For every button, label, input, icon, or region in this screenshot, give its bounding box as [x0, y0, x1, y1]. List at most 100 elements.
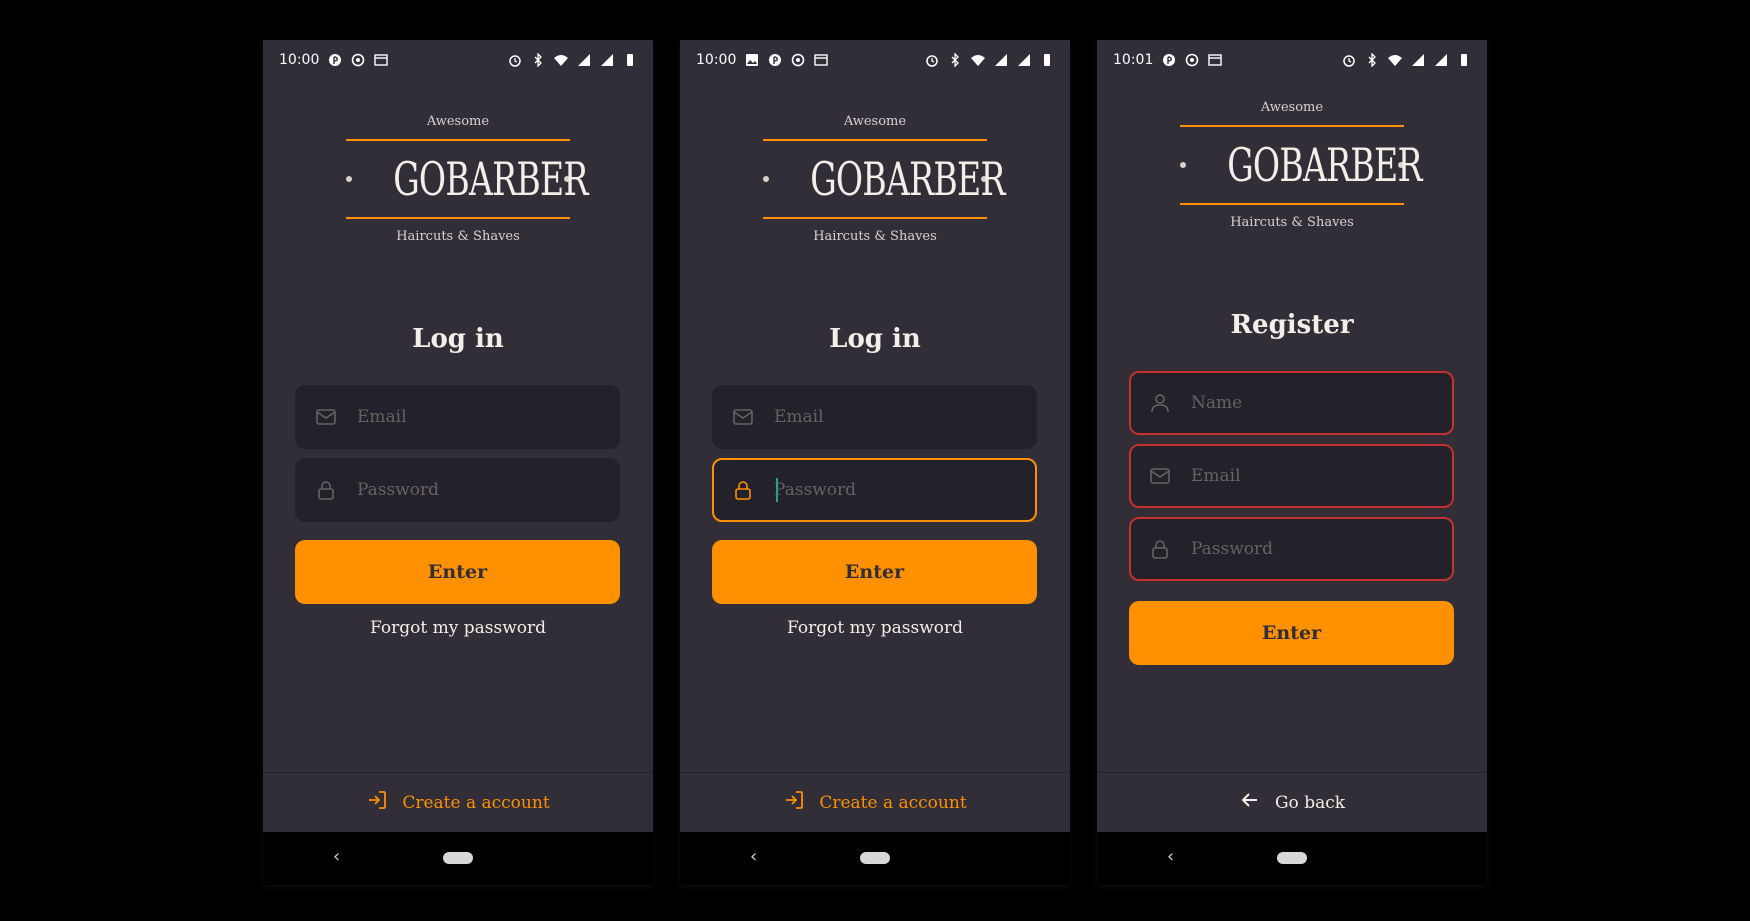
log-in-icon [783, 789, 805, 816]
nav-home-button[interactable] [860, 852, 890, 864]
password-field-focused[interactable] [712, 458, 1037, 522]
user-icon [1149, 392, 1171, 414]
email-field[interactable] [712, 385, 1037, 449]
logo-tagline-top: Awesome [843, 114, 907, 129]
image-icon [745, 53, 759, 67]
enter-button[interactable]: Enter [1129, 601, 1454, 665]
nav-back-icon[interactable]: ‹ [1167, 846, 1174, 867]
nav-home-button[interactable] [1277, 852, 1307, 864]
email-input[interactable] [772, 406, 1035, 428]
create-account-link[interactable]: Create a account [680, 772, 1070, 832]
pinterest-icon [1162, 53, 1176, 67]
logo-tagline-top: Awesome [426, 114, 490, 129]
name-input[interactable] [1189, 392, 1452, 414]
password-input[interactable] [1189, 538, 1452, 560]
mail-icon [1149, 465, 1171, 487]
text-caret [776, 478, 778, 502]
enter-button[interactable]: Enter [295, 540, 620, 604]
lock-icon [1149, 538, 1171, 560]
logo-rule [346, 217, 570, 219]
password-field[interactable] [295, 458, 620, 522]
status-bar: 10:01 [1097, 40, 1487, 80]
logo-tagline-bottom: Haircuts & Shaves [396, 229, 520, 244]
logo-rule [1180, 203, 1404, 205]
logo-tagline-bottom: Haircuts & Shaves [1230, 215, 1354, 230]
battery-icon [1457, 53, 1471, 67]
battery-icon [623, 53, 637, 67]
name-field[interactable] [1129, 371, 1454, 435]
logo-dot [346, 176, 352, 182]
page-title: Log in [412, 324, 504, 354]
status-time: 10:00 [279, 52, 320, 68]
status-time: 10:00 [696, 52, 737, 68]
alarm-icon [1342, 53, 1356, 67]
email-input[interactable] [1189, 465, 1452, 487]
logo-brand: GOBARBER [393, 152, 588, 206]
status-bar: 10:00 [680, 40, 1070, 80]
mail-icon [315, 406, 337, 428]
lock-icon [732, 479, 754, 501]
battery-icon [1040, 53, 1054, 67]
android-nav-bar: ‹ [680, 832, 1070, 885]
password-input[interactable] [772, 479, 1035, 501]
phone-login-focused: 10:00 Awesome GOBARBER Haircuts & Shaves… [680, 40, 1070, 885]
logo-rule [763, 217, 987, 219]
gobarber-logo: Awesome GOBARBER Haircuts & Shaves [263, 114, 653, 244]
password-input[interactable] [355, 479, 618, 501]
pinterest-icon [328, 53, 342, 67]
go-back-label: Go back [1274, 792, 1346, 813]
phone-login: 10:00 Awesome GOBARBER Haircuts & Shaves… [263, 40, 653, 885]
android-nav-bar: ‹ [263, 832, 653, 885]
sync-icon [1185, 53, 1199, 67]
logo-brand: GOBARBER [810, 152, 1005, 206]
signal-icon [600, 53, 614, 67]
android-nav-bar: ‹ [1097, 832, 1487, 885]
create-account-label: Create a account [819, 792, 967, 813]
create-account-link[interactable]: Create a account [263, 772, 653, 832]
password-field[interactable] [1129, 517, 1454, 581]
nav-back-icon[interactable]: ‹ [750, 846, 757, 867]
gobarber-logo: Awesome GOBARBER Haircuts & Shaves [1097, 100, 1487, 230]
signal-icon [1411, 53, 1425, 67]
status-bar: 10:00 [263, 40, 653, 80]
go-back-link[interactable]: Go back [1097, 772, 1487, 832]
forgot-password-link[interactable]: Forgot my password [263, 618, 653, 638]
nav-back-icon[interactable]: ‹ [333, 846, 340, 867]
logo-tagline-bottom: Haircuts & Shaves [813, 229, 937, 244]
logo-tagline-top: Awesome [1260, 100, 1324, 115]
bluetooth-icon [531, 53, 545, 67]
forgot-password-link[interactable]: Forgot my password [680, 618, 1070, 638]
pinterest-icon [768, 53, 782, 67]
bluetooth-icon [948, 53, 962, 67]
email-field[interactable] [295, 385, 620, 449]
app-icon [374, 53, 389, 67]
email-field[interactable] [1129, 444, 1454, 508]
nav-home-button[interactable] [443, 852, 473, 864]
email-input[interactable] [355, 406, 618, 428]
page-title: Log in [829, 324, 921, 354]
signal-icon [1434, 53, 1448, 67]
signal-icon [994, 53, 1008, 67]
lock-icon [315, 479, 337, 501]
logo-brand: GOBARBER [1227, 138, 1422, 192]
signal-icon [1017, 53, 1031, 67]
app-icon [1208, 53, 1223, 67]
arrow-left-icon [1239, 789, 1261, 816]
create-account-label: Create a account [402, 792, 550, 813]
logo-dot [763, 176, 769, 182]
gobarber-logo: Awesome GOBARBER Haircuts & Shaves [680, 114, 1070, 244]
wifi-icon [554, 53, 568, 67]
alarm-icon [508, 53, 522, 67]
app-icon [814, 53, 829, 67]
enter-button[interactable]: Enter [712, 540, 1037, 604]
phone-register: 10:01 Awesome GOBARBER Haircuts & Shaves… [1097, 40, 1487, 885]
page-title: Register [1230, 310, 1354, 340]
signal-icon [577, 53, 591, 67]
status-time: 10:01 [1113, 52, 1154, 68]
alarm-icon [925, 53, 939, 67]
sync-icon [791, 53, 805, 67]
mail-icon [732, 406, 754, 428]
wifi-icon [1388, 53, 1402, 67]
sync-icon [351, 53, 365, 67]
logo-dot [1180, 162, 1186, 168]
